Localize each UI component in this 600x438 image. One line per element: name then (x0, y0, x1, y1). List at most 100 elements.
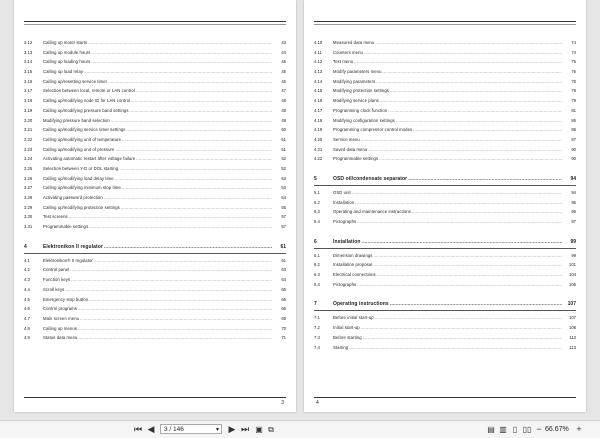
toc-entry[interactable]: 4.2 Control panel 63 (24, 265, 286, 275)
zoom-out-icon[interactable]: − (535, 424, 543, 435)
single-page-icon[interactable]: ▯ (510, 424, 520, 435)
toc-entry-number: 3.14 (24, 59, 33, 65)
copy-icon[interactable]: ⧉ (266, 424, 276, 435)
toc-entry[interactable]: 3.14 Calling up loading hours 45 (24, 57, 286, 67)
toc-entry[interactable]: 4.7 Main screen menu 69 (24, 314, 286, 324)
document-page-right: 4.10Measured data menu744.11Counters men… (304, 0, 586, 412)
toc-entry[interactable]: 4.20 Service menu 87 (314, 135, 576, 145)
toc-entry[interactable]: 4.9 Status data menu 71 (24, 333, 286, 343)
toc-entry[interactable]: 3.20 Modifying pressure band selection 49 (24, 116, 286, 126)
toc-entry-title: Calling up/modifying unit of temperature (43, 137, 272, 142)
page-number: 3 (281, 400, 284, 406)
toc-entry[interactable]: 3.13 Calling up module hours 44 (24, 48, 286, 58)
previous-page-icon[interactable]: ◀ (146, 424, 156, 435)
toc-entry[interactable]: 3.28 Activating password protection 54 (24, 193, 286, 203)
toc-entry-number: 7.2 (314, 325, 320, 331)
toc-entry[interactable]: 6.4 Pictographs 106 (314, 280, 576, 290)
toc-entry[interactable]: 4.5 Emergency stop button 65 (24, 295, 286, 305)
toc-entry[interactable]: 4.6 Control programs 66 (24, 304, 286, 314)
toc-entry[interactable]: 7.3 Before starting 113 (314, 333, 576, 343)
toc-entry[interactable]: 5.4 Pictographs 97 (314, 217, 576, 227)
toc-entry[interactable]: 4.12 Test menu 75 (314, 57, 576, 67)
toc-entry[interactable]: 3.12 Calling up motor starts 43 (24, 38, 286, 48)
toc-entry[interactable]: 4.18 Modifying configuration settings 85 (314, 116, 576, 126)
toc-entry-page: 45 (280, 69, 286, 75)
toc-entry[interactable]: 4.8 Calling up menus 70 (24, 324, 286, 334)
toc-entry-page: 106 (568, 281, 576, 287)
footer-rule (24, 397, 286, 398)
toc-entry[interactable]: 4.11 Counters menu 74 (314, 48, 576, 58)
toc-entry[interactable]: 3.27 Calling up/modifying minimum stop ti… (24, 183, 286, 193)
toc-entry[interactable]: 7.2 Initial start-up 108 (314, 323, 576, 333)
toc-entry[interactable]: 6.1 Dimension drawings 99 (314, 251, 576, 261)
fit-width-icon[interactable]: ▥ (498, 424, 508, 435)
toc-entry[interactable]: 3.24 Activating automatic restart after v… (24, 154, 286, 164)
toc-entry-page: 44 (280, 49, 286, 55)
toc-entry-number: 4.9 (24, 335, 30, 341)
toc-entry-page: 51 (280, 146, 286, 152)
toc-entry[interactable]: 3.29 Calling up/modifying protection sett… (24, 203, 286, 213)
toc-section-heading[interactable]: 4 Elektronikon II regulator 61 (24, 241, 286, 253)
toc-entry[interactable]: 7.1 Before initial start-up 107 (314, 313, 576, 323)
toc-entry[interactable]: 4.21 Saved data menu 90 (314, 145, 576, 155)
toc-entry[interactable]: 4.14 Modifying parameters 76 (314, 77, 576, 87)
toc-section-heading[interactable]: 5 OSD oil/condensate separator 94 (314, 173, 576, 185)
toc-entry[interactable]: 3.21 Calling up/modifying service timer s… (24, 125, 286, 135)
toc-entry[interactable]: 4.1 Elektronikon® II regulator 61 (24, 256, 286, 266)
toc-entry[interactable]: 3.26 Calling up/modifying load delay time… (24, 174, 286, 184)
toc-entry-number: 3.25 (24, 165, 33, 171)
toc-entry-title: Emergency stop button (43, 297, 272, 302)
toc-section-heading[interactable]: 7 Operating instructions 107 (314, 298, 576, 310)
toc-entry[interactable]: 4.10 Measured data menu 74 (314, 38, 576, 48)
toc-entry-title: Calling up load relay (43, 69, 272, 74)
toc-entry[interactable]: 4.13 Modify parameters menu 76 (314, 67, 576, 77)
toc-entry-page: 45 (280, 59, 286, 65)
toc-entry[interactable]: 6.3 Electrical connections 104 (314, 270, 576, 280)
toc-entry-page: 57 (280, 214, 286, 220)
toc-entry[interactable]: 7.4 Starting 113 (314, 343, 576, 353)
toc-entry-page: 78 (570, 88, 576, 94)
toc-entry-page: 99 (570, 252, 576, 258)
toc-entry[interactable]: 3.31 Programmable settings 57 (24, 222, 286, 232)
toc-entry[interactable]: 4.17 Programming clock function 81 (314, 106, 576, 116)
toc-entry[interactable]: 3.18 Calling up/modifying node ID for LAN… (24, 96, 286, 106)
toc-entry[interactable]: 3.25 Selection between Y-D or DOL startin… (24, 164, 286, 174)
toc-entry-page: 107 (566, 301, 576, 308)
last-page-icon[interactable]: ⏭ (240, 424, 250, 435)
toc-entry-title: Counters menu (333, 50, 562, 55)
toc-entry[interactable]: 5.2 Installation 95 (314, 198, 576, 208)
document-viewer[interactable]: 3.12Calling up motor starts433.13Calling… (0, 0, 600, 420)
zoom-in-icon[interactable]: + (575, 424, 583, 435)
toc-entry[interactable]: 4.4 Scroll keys 65 (24, 285, 286, 295)
toc-entry-page: 48 (280, 107, 286, 113)
toc-entry[interactable]: 3.22 Calling up/modifying unit of tempera… (24, 135, 286, 145)
toc-entry[interactable]: 3.23 Calling up/modifying unit of pressur… (24, 145, 286, 155)
toc-entry[interactable]: 5.1 OSD unit 94 (314, 188, 576, 198)
first-page-icon[interactable]: ⏮ (133, 424, 143, 435)
toc-entry[interactable]: 3.19 Calling up/modifying pressure band s… (24, 106, 286, 116)
toc-entry[interactable]: 3.30 Test screens 57 (24, 212, 286, 222)
toc-entry-number: 4.6 (24, 306, 30, 312)
toc-entry-number: 7 (314, 301, 317, 308)
fit-page-icon[interactable]: ▤ (486, 424, 496, 435)
toc-entry[interactable]: 3.15 Calling up load relay 45 (24, 67, 286, 77)
toc-entry[interactable]: 4.16 Modifying service plans 79 (314, 96, 576, 106)
next-page-icon[interactable]: ▶ (227, 424, 237, 435)
two-page-icon[interactable]: ▯▯ (521, 424, 533, 435)
toc-entry[interactable]: 4.19 Programming compressor control modes… (314, 125, 576, 135)
toc-entry[interactable]: 3.17 Selection between local, remote or L… (24, 86, 286, 96)
toc-entry-page: 99 (569, 238, 576, 245)
toc-entry[interactable]: 6.2 Installation proposal 101 (314, 260, 576, 270)
toc-entry[interactable]: 4.22 Programmable settings 90 (314, 154, 576, 164)
toc-entry-number: 3.12 (24, 40, 33, 45)
toc-entry-page: 61 (280, 257, 286, 263)
page-number-select[interactable]: 3 / 146 ▾ (160, 424, 222, 434)
toc-entry[interactable]: 4.3 Function keys 64 (24, 275, 286, 285)
toc-entry-page: 79 (570, 98, 576, 104)
toc-section-heading[interactable]: 6 Installation 99 (314, 236, 576, 248)
toc-entry[interactable]: 4.15 Modifying protection settings 78 (314, 86, 576, 96)
toc-entry-title: Calling up loading hours (43, 59, 272, 64)
toc-entry[interactable]: 5.3 Operating and maintenance instruction… (314, 207, 576, 217)
toc-entry[interactable]: 3.16 Calling up/resetting service timer 46 (24, 77, 286, 87)
page-view-icon[interactable]: ▣ (254, 424, 264, 435)
